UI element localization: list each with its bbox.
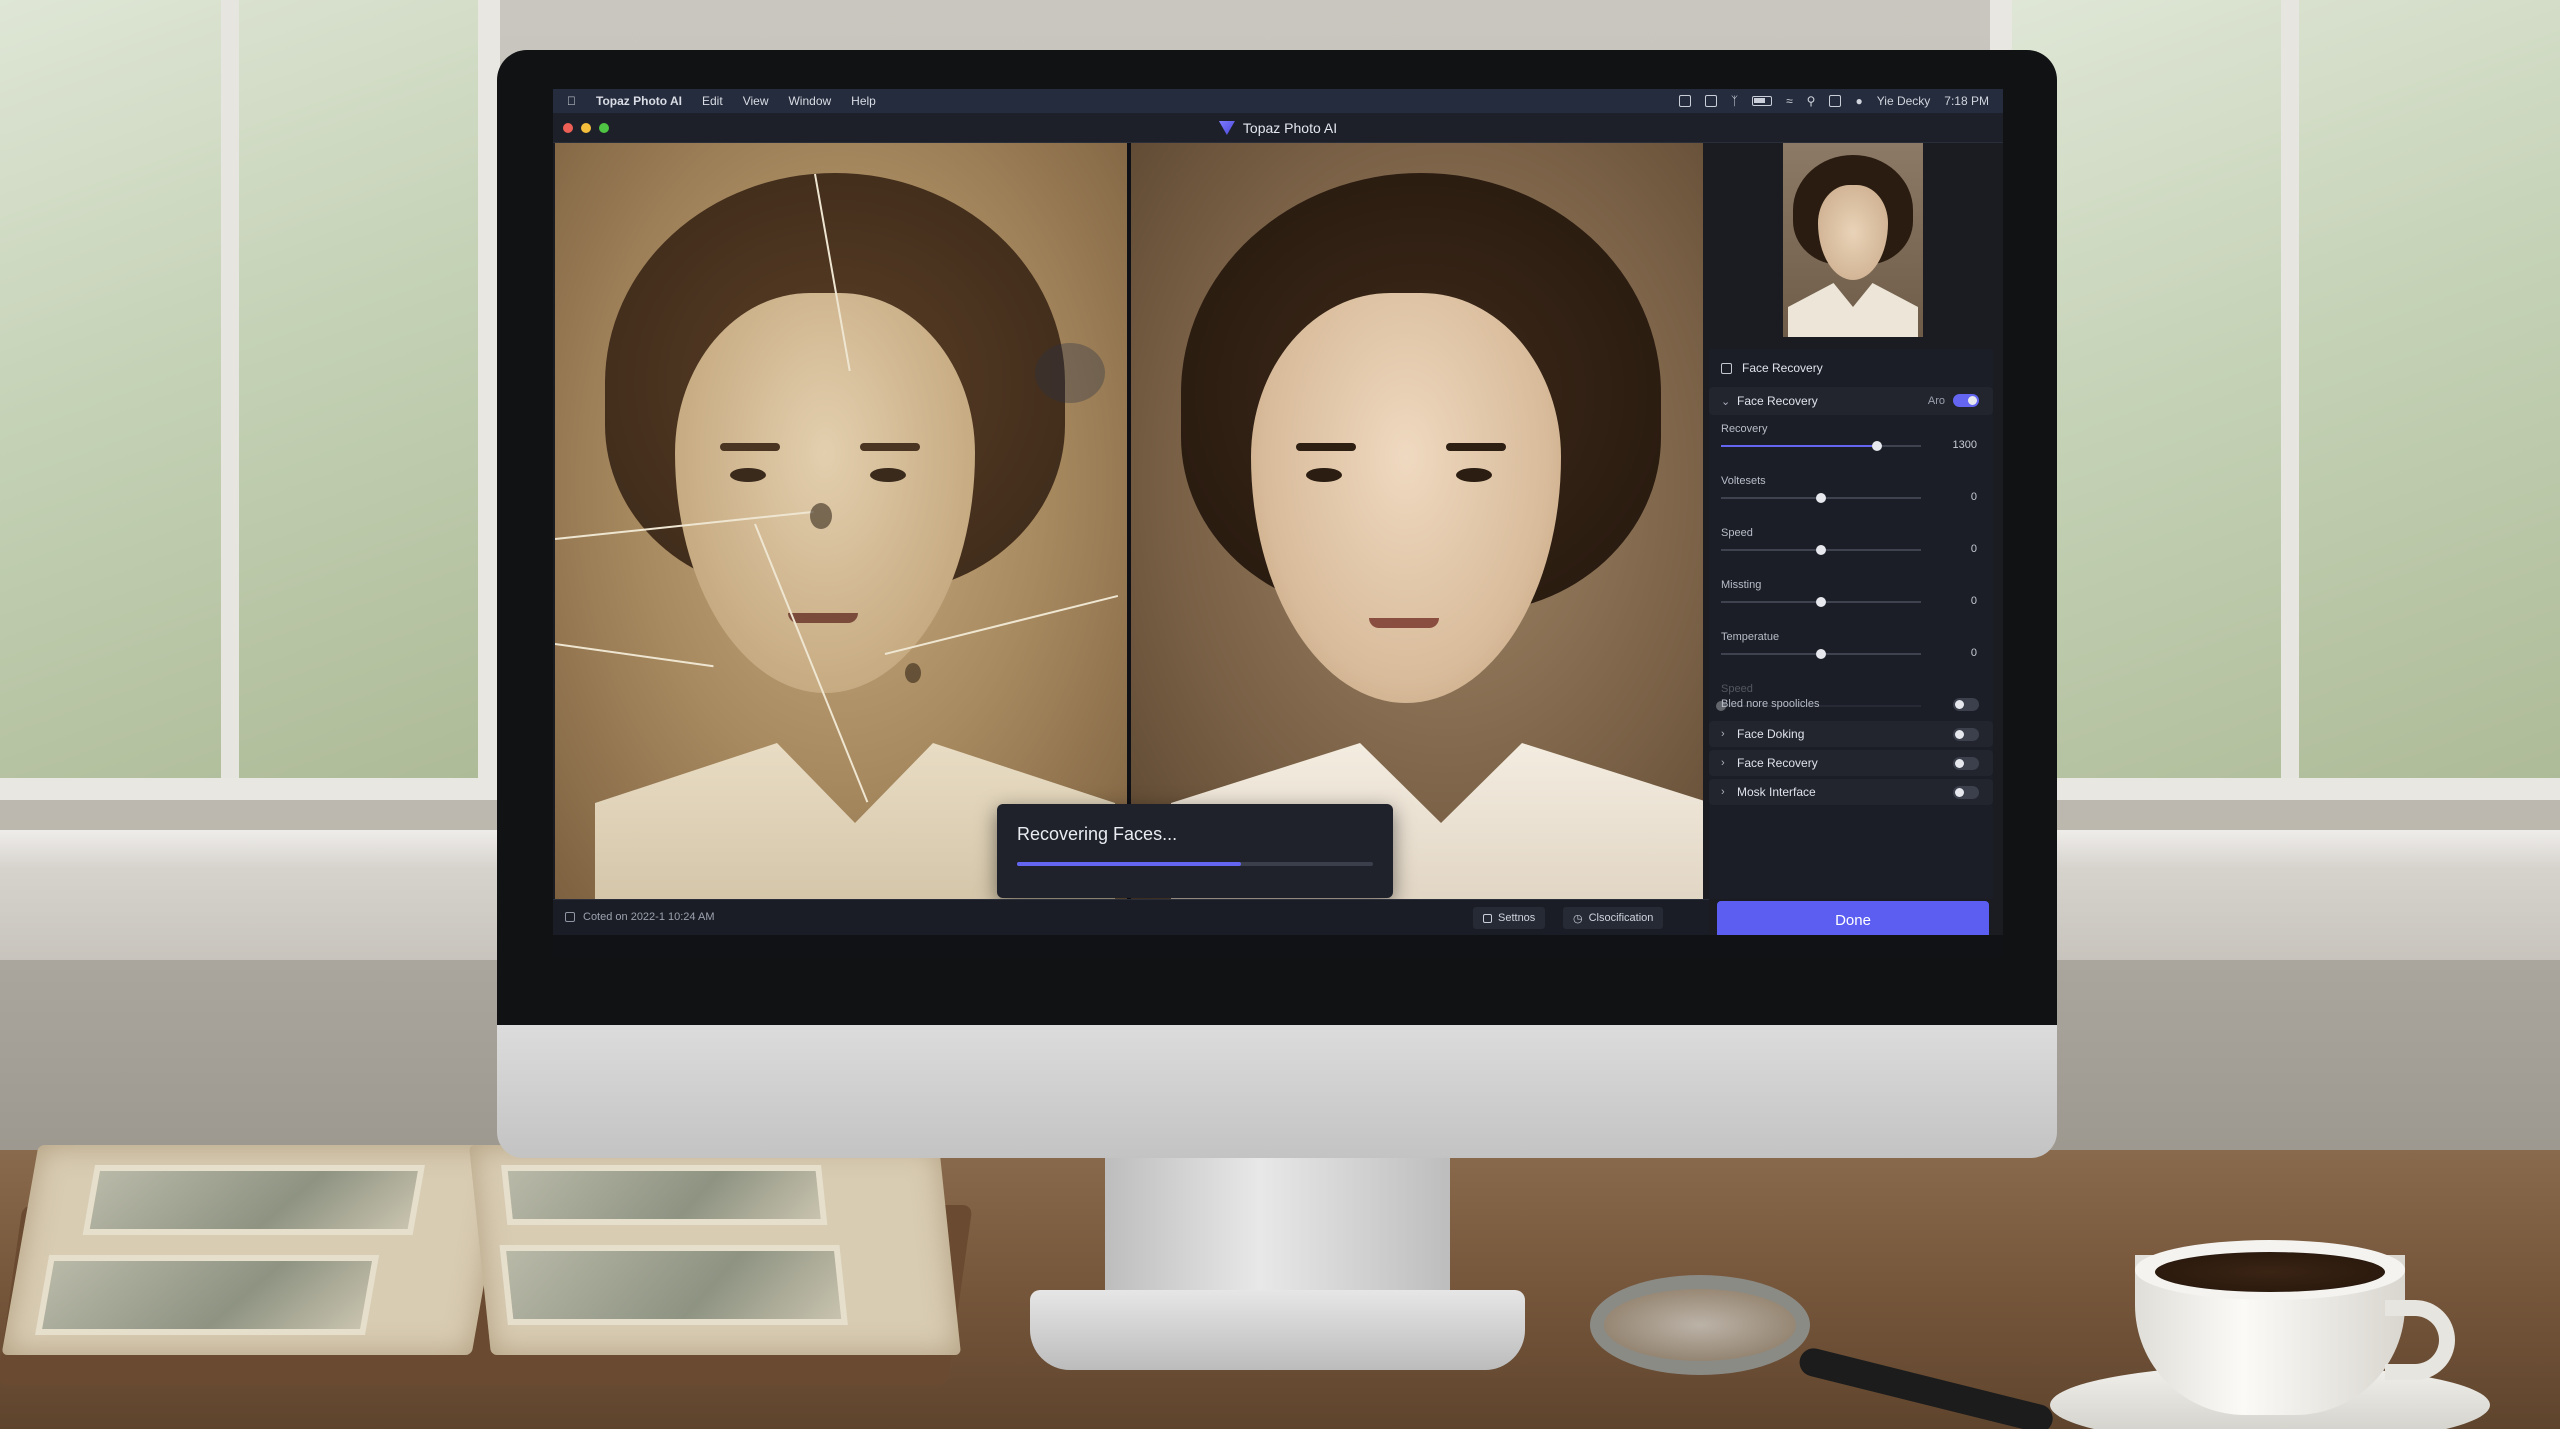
monitor-chin: [497, 1025, 2057, 1158]
menu-app-name[interactable]: Topaz Photo AI: [596, 94, 682, 108]
slider-knob[interactable]: [1816, 493, 1826, 503]
section-face-doking[interactable]: › Face Doking: [1709, 721, 1993, 747]
screen:  Topaz Photo AI Edit View Window Help ᛉ…: [553, 89, 2003, 957]
window-right: [1990, 0, 2560, 800]
face-recovery-toggle[interactable]: [1953, 394, 1979, 407]
auto-label: Aro: [1927, 395, 1945, 407]
slider-label: Missting: [1721, 579, 1762, 591]
face-recovery-2-toggle[interactable]: [1953, 757, 1979, 770]
classification-icon: ◷: [1573, 912, 1583, 925]
slider-value: 0: [1970, 647, 1977, 659]
menu-help[interactable]: Help: [851, 94, 876, 108]
slider-track[interactable]: [1721, 441, 1921, 451]
progress-fill: [1017, 862, 1242, 866]
face-recovery-section-header[interactable]: ⌄ Face Recovery Aro: [1709, 387, 1993, 415]
slider-value: 1300: [1952, 439, 1977, 451]
slider-track[interactable]: [1721, 545, 1921, 555]
face-recovery-checkbox[interactable]: [1721, 362, 1732, 374]
face-recovery-checkbox-row[interactable]: Face Recovery: [1709, 357, 1993, 379]
album-photo: [35, 1255, 380, 1335]
chevron-right-icon: ›: [1721, 728, 1725, 740]
progress-label: Recovering Faces...: [1017, 824, 1178, 844]
monitor-stand: [1105, 1158, 1450, 1308]
magnifying-glass: [1590, 1275, 1810, 1375]
slider-value: 0: [1970, 543, 1977, 555]
chevron-right-icon: ›: [1721, 757, 1725, 769]
mosk-interface-toggle[interactable]: [1953, 786, 1979, 799]
settings-icon: [1483, 913, 1492, 923]
album-photo: [501, 1165, 828, 1225]
battery-icon[interactable]: [1752, 96, 1773, 106]
menu-bar:  Topaz Photo AI Edit View Window Help ᛉ…: [553, 89, 2003, 113]
bluetooth-icon[interactable]: ᛉ: [1731, 94, 1738, 108]
search-icon[interactable]: ⚲: [1807, 94, 1816, 108]
window-titlebar: Topaz Photo AI: [553, 113, 2003, 143]
extra-toggle-row: Bled nore spoolicles: [1709, 693, 1993, 715]
album-photo: [499, 1245, 848, 1325]
section-mosk-interface[interactable]: › Mosk Interface: [1709, 779, 1993, 805]
progress-bar: [1017, 862, 1373, 866]
siri-icon[interactable]: ●: [1855, 94, 1862, 108]
window-left: [0, 0, 500, 800]
slider-track[interactable]: [1721, 493, 1921, 503]
classification-button[interactable]: ◷ Clsocification: [1563, 907, 1664, 929]
window-title: Topaz Photo AI: [553, 120, 2003, 136]
menu-edit[interactable]: Edit: [702, 94, 723, 108]
slider-track[interactable]: [1721, 597, 1921, 607]
chevron-right-icon: ›: [1721, 786, 1725, 798]
slider-knob[interactable]: [1816, 597, 1826, 607]
menu-clock[interactable]: 7:18 PM: [1944, 94, 1989, 108]
info-icon: [565, 912, 575, 922]
slider-track[interactable]: [1721, 649, 1921, 659]
section-face-recovery[interactable]: › Face Recovery: [1709, 750, 1993, 776]
slider-knob[interactable]: [1816, 545, 1826, 555]
progress-toast: Recovering Faces...: [997, 804, 1393, 898]
settings-button[interactable]: Settnos: [1473, 907, 1546, 929]
preview-thumbnail[interactable]: [1783, 143, 1923, 337]
face-doking-toggle[interactable]: [1953, 728, 1979, 741]
extra-toggle[interactable]: [1953, 698, 1979, 711]
before-image[interactable]: [555, 143, 1127, 899]
slider-label: Speed: [1721, 527, 1753, 539]
apple-icon[interactable]: : [567, 94, 576, 108]
screen-record-icon[interactable]: [1678, 95, 1691, 107]
slider-knob[interactable]: [1816, 649, 1826, 659]
photo-album: [0, 1135, 980, 1395]
slider-value: 0: [1970, 491, 1977, 503]
adjustments-panel: Face Recovery ⌄ Face Recovery Aro Recove…: [1709, 349, 1993, 899]
monitor-foot: [1030, 1290, 1525, 1370]
slider-label: Recovery: [1721, 423, 1768, 435]
control-icon[interactable]: [1704, 95, 1717, 107]
slider-label: Voltesets: [1721, 475, 1766, 487]
slider-label: Temperatue: [1721, 631, 1780, 643]
slider-knob[interactable]: [1872, 441, 1882, 451]
menu-window[interactable]: Window: [788, 94, 831, 108]
status-icons: ᛉ ≈ ⚲ ● Yie Decky 7:18 PM: [1678, 94, 1989, 108]
chevron-down-icon: ⌄: [1721, 395, 1731, 408]
bottom-bar: Coted on 2022-1 10:24 AM Settnos ◷ Clsoc…: [553, 899, 1709, 935]
coffee: [2155, 1252, 2385, 1292]
album-photo: [82, 1165, 425, 1235]
slider-value: 0: [1970, 595, 1977, 607]
topaz-logo-icon: [1218, 121, 1235, 135]
slider-fill: [1721, 445, 1877, 447]
edited-info: Coted on 2022-1 10:24 AM: [565, 911, 714, 923]
menu-view[interactable]: View: [743, 94, 769, 108]
menu-user[interactable]: Yie Decky: [1877, 94, 1931, 108]
after-image[interactable]: [1131, 143, 1703, 899]
control-center-icon[interactable]: [1829, 95, 1842, 107]
wifi-icon[interactable]: ≈: [1786, 94, 1793, 108]
